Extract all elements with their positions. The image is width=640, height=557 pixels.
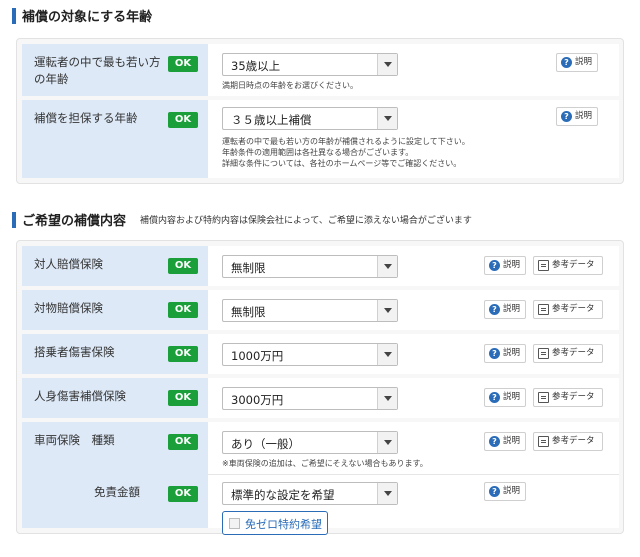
document-icon [538,348,549,359]
chevron-down-icon [377,344,397,365]
personal-injury-select[interactable]: 3000万円 [222,387,398,410]
reference-data-button[interactable]: 参考データ [533,432,603,451]
explain-button[interactable]: ? 説明 [484,300,526,319]
explain-button[interactable]: ? 説明 [484,482,526,501]
title-bar [12,7,16,24]
row-label-cell: 補償を担保する年齢 OK [22,100,208,178]
title-bar [12,211,16,228]
chevron-down-icon [377,54,397,75]
row-label-cell: 対人賠償保険 OK [22,246,208,286]
question-icon: ? [489,348,500,359]
explain-button[interactable]: ? 説明 [484,432,526,451]
question-icon: ? [561,111,572,122]
document-icon [538,436,549,447]
coverage-section-title: ご希望の補償内容 補償内容および特約内容は保険会社によって、ご希望に添えない場合… [12,210,472,229]
help-text: 満期日時点の年齢をお選びください。 [222,81,358,90]
property-damage-select[interactable]: 無制限 [222,299,398,322]
reference-data-button[interactable]: 参考データ [533,388,603,407]
question-icon: ? [561,57,572,68]
deductible-select[interactable]: 標準的な設定を希望 [222,482,398,505]
question-icon: ? [489,486,500,497]
coverage-note: 補償内容および特約内容は保険会社によって、ご希望に添えない場合がございます [140,216,472,226]
youngest-driver-age-select[interactable]: 35歳以上 [222,53,398,76]
chevron-down-icon [377,256,397,277]
explain-button[interactable]: ? 説明 [484,344,526,363]
guaranteed-age-select[interactable]: ３５歳以上補償 [222,107,398,130]
question-icon: ? [489,436,500,447]
guaranteed-age-row: 補償を担保する年齢 OK ３５歳以上補償 運転者の中で最も若い方の年齢が補償され… [22,100,619,178]
passenger-injury-select[interactable]: 1000万円 [222,343,398,366]
row-label-cell: 対物賠償保険 OK [22,290,208,330]
explain-button[interactable]: ? 説明 [556,107,598,126]
vehicle-insurance-row: 車両保険 種類 OK 免責金額 OK あり（一般） ※車両保険の追加は、ご希望に… [22,422,619,535]
ok-badge: OK [168,302,198,318]
explain-button[interactable]: ? 説明 [484,256,526,275]
age-panel: 運転者の中で最も若い方の年齢 OK 35歳以上 満期日時点の年齢をお選びください… [16,38,624,184]
row-label-cell: 運転者の中で最も若い方の年齢 OK [22,44,208,96]
coverage-panel: 対人賠償保険 OK 無制限 ? 説明 参考データ 対物賠償保険 OK 無制限 ?… [16,240,624,535]
ok-badge: OK [168,434,198,450]
reference-data-button[interactable]: 参考データ [533,300,603,319]
reference-data-button[interactable]: 参考データ [533,344,603,363]
ok-badge: OK [168,56,198,72]
row-label-cell: 人身傷害補償保険 OK [22,378,208,418]
ok-badge: OK [168,258,198,274]
ok-badge: OK [168,112,198,128]
ok-badge: OK [168,486,198,502]
property-damage-row: 対物賠償保険 OK 無制限 ? 説明 参考データ [22,290,619,330]
chevron-down-icon [377,388,397,409]
checkbox-box [229,518,240,529]
document-icon [538,260,549,271]
explain-button[interactable]: ? 説明 [556,53,598,72]
vehicle-type-select[interactable]: あり（一般） [222,431,398,454]
help-text: ※車両保険の追加は、ご希望にそえない場合もあります。 [222,459,428,468]
row-label-cell: 車両保険 種類 OK 免責金額 OK [22,422,208,528]
help-text: 運転者の中で最も若い方の年齢が補償されるように設定して下さい。 年齢条件の適用範… [222,137,470,168]
chevron-down-icon [377,432,397,453]
deductible-label: 免責金額 [94,485,140,499]
passenger-injury-row: 搭乗者傷害保険 OK 1000万円 ? 説明 参考データ [22,334,619,374]
ok-badge: OK [168,346,198,362]
divider [208,474,619,475]
youngest-driver-age-row: 運転者の中で最も若い方の年齢 OK 35歳以上 満期日時点の年齢をお選びください… [22,44,619,96]
question-icon: ? [489,304,500,315]
chevron-down-icon [377,483,397,504]
chevron-down-icon [377,300,397,321]
age-section-title: 補償の対象にする年齢 [12,6,152,25]
zero-deductible-rider-checkbox[interactable]: 免ゼロ特約希望 [222,511,328,535]
row-label-cell: 搭乗者傷害保険 OK [22,334,208,374]
document-icon [538,304,549,315]
personal-injury-row: 人身傷害補償保険 OK 3000万円 ? 説明 参考データ [22,378,619,418]
bodily-injury-select[interactable]: 無制限 [222,255,398,278]
chevron-down-icon [377,108,397,129]
question-icon: ? [489,392,500,403]
ok-badge: OK [168,390,198,406]
document-icon [538,392,549,403]
question-icon: ? [489,260,500,271]
explain-button[interactable]: ? 説明 [484,388,526,407]
reference-data-button[interactable]: 参考データ [533,256,603,275]
bodily-injury-row: 対人賠償保険 OK 無制限 ? 説明 参考データ [22,246,619,286]
